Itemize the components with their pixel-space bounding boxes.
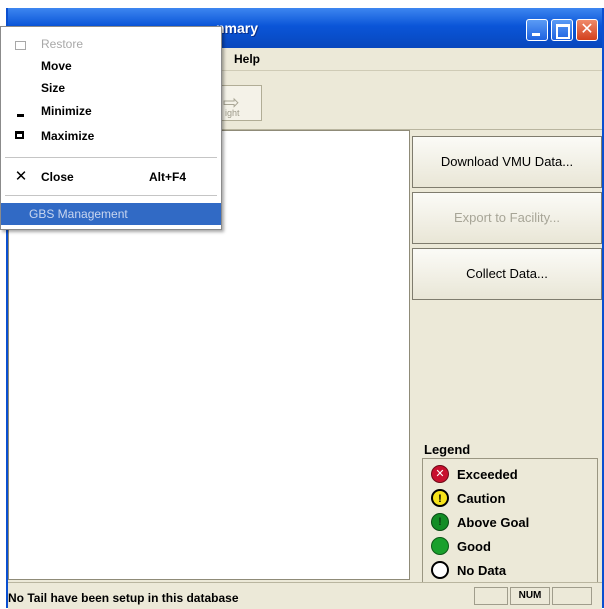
exceeded-icon: ✕ <box>431 465 449 483</box>
menu-item-label: Close <box>41 170 74 184</box>
minimize-icon <box>17 114 24 117</box>
legend-item-caution: ! Caution <box>431 487 596 509</box>
status-message: No Tail have been setup in this database <box>8 591 239 605</box>
legend-item-no-data: No Data <box>431 559 596 581</box>
menu-item-move[interactable]: Move <box>1 55 221 77</box>
menu-separator <box>5 195 217 196</box>
export-to-facility-button[interactable]: Export to Facility... <box>412 192 602 244</box>
menu-item-label: Minimize <box>41 104 92 118</box>
menu-item-close[interactable]: ✕ Close Alt+F4 <box>1 166 221 188</box>
status-pane-caps <box>474 587 508 605</box>
menu-item-gbs-management[interactable]: GBS Management <box>1 203 221 225</box>
legend-item-good: Good <box>431 535 596 557</box>
close-icon: ✕ <box>580 21 594 38</box>
system-menu: Restore Move Size Minimize Maximize ✕ Cl… <box>0 26 222 230</box>
good-icon <box>431 537 449 555</box>
legend-box: ✕ Exceeded ! Caution ! Above Goal Good N… <box>422 458 598 588</box>
caution-icon: ! <box>431 489 449 507</box>
menu-item-shortcut: Alt+F4 <box>149 170 187 184</box>
menu-item-label: GBS Management <box>29 207 128 221</box>
status-bar: No Tail have been setup in this database… <box>8 582 602 609</box>
close-icon: ✕ <box>14 168 28 185</box>
legend-label: Above Goal <box>457 515 530 530</box>
legend-item-exceeded: ✕ Exceeded <box>431 463 596 485</box>
status-pane-num: NUM <box>510 587 550 605</box>
legend-title: Legend <box>424 442 471 457</box>
legend-label: Caution <box>457 491 506 506</box>
menu-item-label: Maximize <box>41 129 95 143</box>
toolbar-button-label: ight <box>225 108 240 118</box>
menu-item-label: Size <box>41 81 66 95</box>
menu-separator <box>5 157 217 158</box>
collect-data-button[interactable]: Collect Data... <box>412 248 602 300</box>
menu-help[interactable]: Help <box>234 52 260 66</box>
legend-label: No Data <box>457 563 507 578</box>
menu-item-label: Move <box>41 59 72 73</box>
menu-item-minimize[interactable]: Minimize <box>1 100 221 122</box>
legend-label: Good <box>457 539 491 554</box>
legend-label: Exceeded <box>457 467 518 482</box>
maximize-button[interactable] <box>551 19 573 41</box>
minimize-button[interactable] <box>526 19 548 41</box>
maximize-icon <box>15 131 24 139</box>
maximize-icon <box>552 20 572 40</box>
minimize-icon <box>527 20 547 40</box>
menu-item-restore[interactable]: Restore <box>1 33 221 55</box>
menu-item-size[interactable]: Size <box>1 77 221 99</box>
above-goal-icon: ! <box>431 513 449 531</box>
status-pane-scroll <box>552 587 592 605</box>
no-data-icon <box>431 561 449 579</box>
download-vmu-data-button[interactable]: Download VMU Data... <box>412 136 602 188</box>
window-title: nmary <box>216 20 259 36</box>
right-panel: Download VMU Data... Export to Facility.… <box>412 130 602 588</box>
legend-item-above-goal: ! Above Goal <box>431 511 596 533</box>
menu-item-label: Restore <box>41 37 84 51</box>
close-button[interactable]: ✕ <box>576 19 598 41</box>
restore-icon <box>15 41 26 50</box>
menu-item-maximize[interactable]: Maximize <box>1 125 221 147</box>
legend: Legend ✕ Exceeded ! Caution ! Above Goal… <box>422 442 598 590</box>
